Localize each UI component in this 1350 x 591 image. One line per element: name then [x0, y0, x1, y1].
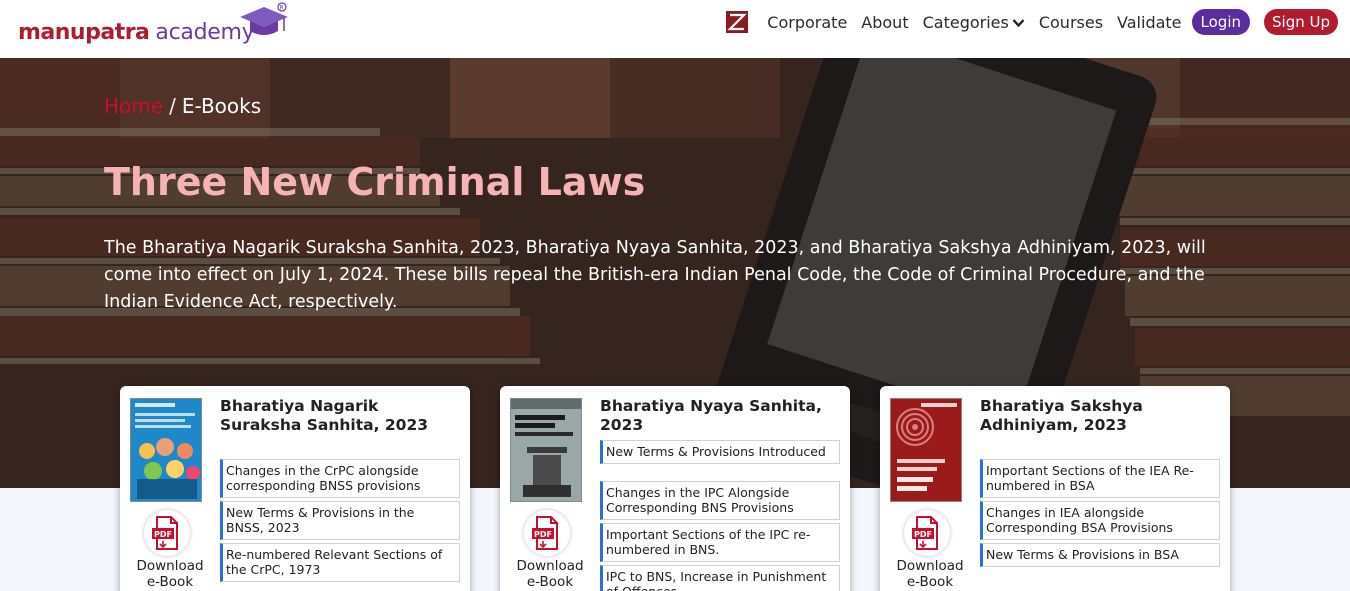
ebook-card-bns: Bharatiya Nyaya Sanhita, 2023 New Terms …	[500, 386, 850, 591]
card-title-bsa[interactable]: Bharatiya Sakshya Adhiniyam, 2023	[980, 397, 1220, 435]
card-link-bsa-2[interactable]: Changes in IEA alongside Corresponding B…	[980, 501, 1220, 540]
page-title: Three New Criminal Laws	[104, 160, 646, 204]
card-link-bsa-1[interactable]: Important Sections of the IEA Re-numbere…	[980, 459, 1220, 498]
card-link-bns-3[interactable]: Important Sections of the IPC re-numbere…	[600, 523, 840, 562]
svg-text:R: R	[280, 5, 284, 12]
card-link-bnss-3[interactable]: Re-numbered Relevant Sections of the CrP…	[220, 543, 460, 582]
download-label-bsa[interactable]: Download e-Book	[890, 558, 970, 590]
nav-categories-label: Categories	[922, 12, 1009, 32]
download-label-bns[interactable]: Download e-Book	[510, 558, 590, 590]
card-link-bns-1[interactable]: New Terms & Provisions Introduced	[600, 440, 840, 464]
card-link-bsa-3[interactable]: New Terms & Provisions in BSA	[980, 543, 1220, 567]
book-cover-bnss[interactable]	[130, 398, 202, 502]
nav-about[interactable]: About	[861, 13, 908, 32]
signup-button[interactable]: Sign Up	[1264, 9, 1338, 35]
ebook-card-bnss: Bharatiya Nagarik Suraksha Sanhita, 2023…	[120, 386, 470, 591]
site-logo[interactable]: manupatra academy R	[18, 2, 288, 50]
z-square-icon[interactable]	[725, 10, 749, 34]
nav-corporate[interactable]: Corporate	[767, 13, 847, 32]
pdf-file-icon: PDF	[532, 516, 558, 550]
download-pdf-button-bnss[interactable]: PDF	[144, 510, 190, 556]
graduation-cap-icon: R	[240, 2, 288, 35]
site-header: manupatra academy R Corporate About Categ…	[0, 0, 1350, 58]
svg-text:PDF: PDF	[534, 530, 552, 539]
breadcrumb: Home / E-Books	[104, 94, 261, 118]
download-label-bnss[interactable]: Download e-Book	[130, 558, 210, 590]
main-nav: Corporate About Categories Courses Valid…	[725, 8, 1338, 36]
logo-brand-text: manupatra	[18, 20, 150, 45]
breadcrumb-home[interactable]: Home	[104, 94, 163, 118]
download-pdf-button-bsa[interactable]: PDF	[904, 510, 950, 556]
card-link-bns-2[interactable]: Changes in the IPC Alongside Correspondi…	[600, 481, 840, 520]
svg-text:PDF: PDF	[154, 530, 172, 539]
chevron-down-icon	[1012, 19, 1025, 28]
nav-courses[interactable]: Courses	[1039, 13, 1103, 32]
breadcrumb-current: E-Books	[181, 94, 262, 118]
login-button[interactable]: Login	[1191, 9, 1250, 35]
pdf-file-icon: PDF	[912, 516, 938, 550]
card-link-bnss-2[interactable]: New Terms & Provisions in the BNSS, 2023	[220, 501, 460, 540]
card-title-bnss[interactable]: Bharatiya Nagarik Suraksha Sanhita, 2023	[220, 397, 460, 435]
book-cover-bsa[interactable]	[890, 398, 962, 502]
ebook-card-bsa: Bharatiya Sakshya Adhiniyam, 2023 Import…	[880, 386, 1230, 591]
book-cover-bns[interactable]	[510, 398, 582, 502]
card-link-bns-4[interactable]: IPC to BNS, Increase in Punishment of Of…	[600, 565, 840, 591]
card-title-bns[interactable]: Bharatiya Nyaya Sanhita, 2023	[600, 397, 840, 435]
nav-validate[interactable]: Validate	[1117, 13, 1181, 32]
card-link-bnss-1[interactable]: Changes in the CrPC alongside correspond…	[220, 459, 460, 498]
page-description: The Bharatiya Nagarik Suraksha Sanhita, …	[104, 238, 1206, 312]
download-pdf-button-bns[interactable]: PDF	[524, 510, 570, 556]
breadcrumb-separator: /	[169, 94, 176, 118]
pdf-file-icon: PDF	[152, 516, 178, 550]
nav-categories[interactable]: Categories	[923, 13, 1025, 32]
svg-text:PDF: PDF	[914, 530, 932, 539]
